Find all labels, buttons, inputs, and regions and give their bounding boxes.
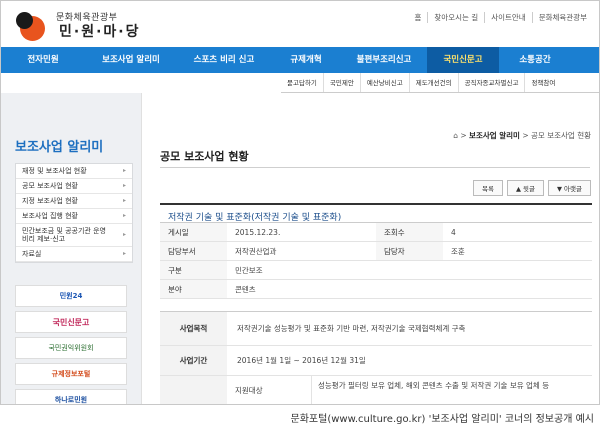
post-title: 저작권 기술 및 표준화(저작권 기술 및 표준화) bbox=[160, 203, 592, 223]
gnb-item-inconvenience[interactable]: 불편부조리신고 bbox=[341, 47, 427, 73]
table-row: 지원대상 성능평가 필터링 보유 업체, 해외 콘텐츠 수출 및 저작권 기술 … bbox=[160, 376, 592, 404]
gnb-item-subsidy-alert[interactable]: 보조사업 알리미 bbox=[85, 47, 177, 73]
banner-list: 민원24 국민신문고 국민권익위원회 규제정보포털 하나로민원 bbox=[15, 285, 127, 404]
left-sidebar: 보조사업 알리미 재정 및 보조사업 현황 ▸ 공모 보조사업 현황 ▸ 지정 … bbox=[1, 93, 141, 404]
table-row: 담당부서 저작권산업과 담당자 조훈 bbox=[160, 242, 592, 261]
meta-value: 저작권산업과 bbox=[235, 247, 277, 256]
table-row: 지원대상 성능평가 필터링 보유 업체, 해외 콘텐츠 수출 및 저작권 기술 … bbox=[227, 376, 592, 404]
gnb-item-sinmungo[interactable]: 국민신문고 bbox=[427, 47, 499, 73]
util-link-ministry[interactable]: 문화체육관광부 bbox=[531, 12, 593, 23]
sidebar-item-archive[interactable]: 자료실 ▸ bbox=[16, 247, 132, 262]
sidebar-item-label: 공모 보조사업 현황 bbox=[22, 182, 78, 190]
title-divider bbox=[160, 167, 590, 168]
main-content: ⌂ > 보조사업 알리미 > 공모 보조사업 현황 공모 보조사업 현황 목록 … bbox=[141, 93, 599, 404]
util-link-sitemap[interactable]: 사이트안내 bbox=[484, 12, 532, 23]
detail-value: 저작권기술 성능평가 및 표준화 기반 마련, 저작권기술 국제협력체계 구축 bbox=[237, 324, 466, 333]
utility-links: 홈 찾아오시는 길 사이트안내 문화체육관광부 bbox=[408, 12, 593, 23]
meta-key: 분야 bbox=[160, 280, 227, 298]
list-button[interactable]: 목록 bbox=[472, 180, 503, 196]
sidebar-item-finance-status[interactable]: 재정 및 보조사업 현황 ▸ bbox=[16, 164, 132, 179]
table-row: 사업목적 저작권기술 성능평가 및 표준화 기반 마련, 저작권기술 국제협력체… bbox=[160, 312, 592, 346]
breadcrumb-section[interactable]: 보조사업 알리미 bbox=[469, 131, 520, 140]
breadcrumb-current: 공모 보조사업 현황 bbox=[531, 131, 591, 140]
sidebar-item-public-subsidy[interactable]: 공모 보조사업 현황 ▸ bbox=[16, 179, 132, 194]
banner-regulation-portal[interactable]: 규제정보포털 bbox=[15, 363, 127, 385]
detail-value: 2016년 1월 1일 ~ 2016년 12월 31일 bbox=[237, 356, 366, 365]
meta-key: 구분 bbox=[160, 261, 227, 279]
sidebar-menu: 재정 및 보조사업 현황 ▸ 공모 보조사업 현황 ▸ 지정 보조사업 현황 ▸… bbox=[15, 163, 133, 263]
subnav-item-improvement[interactable]: 제도개선건의 bbox=[408, 73, 458, 92]
header: 문화체육관광부 민·원·마·당 홈 찾아오시는 길 사이트안내 문화체육관광부 bbox=[1, 1, 599, 47]
arrow-right-icon: ▸ bbox=[122, 182, 126, 189]
detail-sub-key: 지원대상 bbox=[235, 386, 263, 395]
post-actions: 목록 ▲ 윗글 ▼ 아랫글 bbox=[472, 180, 591, 196]
browser-frame: 문화체육관광부 민·원·마·당 홈 찾아오시는 길 사이트안내 문화체육관광부 … bbox=[0, 0, 600, 405]
banner-hanaro[interactable]: 하나로민원 bbox=[15, 389, 127, 404]
post-meta-table: 게시일 2015.12.23. 조회수 4 담당부서 저작권산업과 담당자 조훈… bbox=[160, 223, 592, 299]
meta-value: 조훈 bbox=[451, 247, 465, 256]
gnb-item-e-civil[interactable]: 전자민원 bbox=[1, 47, 85, 73]
arrow-right-icon: ▸ bbox=[122, 167, 126, 174]
meta-key: 담당자 bbox=[376, 242, 443, 260]
site-title[interactable]: 민·원·마·당 bbox=[59, 21, 140, 41]
meta-key: 조회수 bbox=[376, 223, 443, 241]
banner-minwon24[interactable]: 민원24 bbox=[15, 285, 127, 307]
table-row: 구분 민간보조 bbox=[160, 261, 592, 280]
sidebar-item-label: 재정 및 보조사업 현황 bbox=[22, 167, 87, 175]
detail-key-empty bbox=[160, 376, 227, 404]
subnav-item-budget-waste[interactable]: 예산낭비신고 bbox=[359, 73, 409, 92]
page-title: 공모 보조사업 현황 bbox=[160, 150, 249, 163]
arrow-right-icon: ▸ bbox=[122, 212, 126, 219]
banner-acrc[interactable]: 국민권익위원회 bbox=[15, 337, 127, 359]
meta-value: 2015.12.23. bbox=[235, 228, 281, 237]
util-link-directions[interactable]: 찾아오시는 길 bbox=[427, 12, 484, 23]
breadcrumb: ⌂ > 보조사업 알리미 > 공모 보조사업 현황 bbox=[453, 131, 591, 140]
table-row: 분야 콘텐츠 bbox=[160, 280, 592, 299]
sidebar-title: 보조사업 알리미 bbox=[15, 140, 104, 155]
meta-value: 콘텐츠 bbox=[235, 285, 256, 294]
gnb-item-communication[interactable]: 소통공간 bbox=[499, 47, 571, 73]
util-link-home[interactable]: 홈 bbox=[408, 12, 427, 23]
sidebar-item-corruption-report[interactable]: 민간보조금 및 공공기관 운영 비리 제보·신고 ▸ bbox=[16, 224, 132, 247]
arrow-right-icon: ▸ bbox=[122, 250, 126, 257]
meta-value: 민간보조 bbox=[235, 266, 263, 275]
subnav-item-qna[interactable]: 묻고답하기 bbox=[281, 73, 323, 92]
prev-post-button[interactable]: ▲ 윗글 bbox=[506, 180, 544, 196]
sidebar-item-label: 지정 보조사업 현황 bbox=[22, 197, 78, 205]
table-row: 게시일 2015.12.23. 조회수 4 bbox=[160, 223, 592, 242]
sidebar-item-label: 보조사업 집행 현황 bbox=[22, 212, 78, 220]
sidebar-item-label: 자료실 bbox=[22, 250, 42, 258]
meta-value: 4 bbox=[451, 228, 456, 237]
detail-sub-table: 지원대상 성능평가 필터링 보유 업체, 해외 콘텐츠 수출 및 저작권 기술 … bbox=[227, 376, 592, 404]
home-icon[interactable]: ⌂ bbox=[453, 131, 458, 140]
figure-caption: 문화포털(www.culture.go.kr) '보조사업 알리미' 코너의 정… bbox=[290, 414, 594, 425]
subnav-item-religion-report[interactable]: 공직자종교차별신고 bbox=[457, 73, 525, 92]
meta-key: 담당부서 bbox=[160, 242, 227, 260]
sidebar-item-execution-status[interactable]: 보조사업 집행 현황 ▸ bbox=[16, 209, 132, 224]
banner-sinmungo[interactable]: 국민신문고 bbox=[15, 311, 127, 333]
next-post-button[interactable]: ▼ 아랫글 bbox=[547, 180, 591, 196]
sidebar-item-label: 민간보조금 및 공공기관 운영 비리 제보·신고 bbox=[22, 227, 106, 243]
arrow-right-icon: ▸ bbox=[122, 231, 126, 238]
arrow-right-icon: ▸ bbox=[122, 197, 126, 204]
detail-key: 사업기간 bbox=[160, 346, 227, 375]
logo-black-circle bbox=[16, 12, 33, 29]
subnav-item-proposal[interactable]: 국민제안 bbox=[322, 73, 360, 92]
subnav-item-policy[interactable]: 정책참여 bbox=[524, 73, 561, 92]
sub-nav: 묻고답하기 국민제안 예산낭비신고 제도개선건의 공직자종교차별신고 정책참여 bbox=[281, 73, 599, 93]
project-detail-table: 사업목적 저작권기술 성능평가 및 표준화 기반 마련, 저작권기술 국제협력체… bbox=[160, 311, 592, 404]
table-row: 사업기간 2016년 1월 1일 ~ 2016년 12월 31일 bbox=[160, 346, 592, 376]
gnb-item-regulation[interactable]: 규제개혁 bbox=[271, 47, 341, 73]
meta-key: 게시일 bbox=[160, 223, 227, 241]
detail-sub-value: 성능평가 필터링 보유 업체, 해외 콘텐츠 수출 및 저작권 기술 보유 업체… bbox=[311, 376, 592, 404]
gnb-item-sports-report[interactable]: 스포츠 비리 신고 bbox=[177, 47, 271, 73]
global-nav: 전자민원 보조사업 알리미 스포츠 비리 신고 규제개혁 불편부조리신고 국민신… bbox=[1, 47, 599, 73]
sidebar-item-designated-subsidy[interactable]: 지정 보조사업 현황 ▸ bbox=[16, 194, 132, 209]
detail-key: 사업목적 bbox=[160, 312, 227, 345]
ministry-logo[interactable] bbox=[14, 9, 48, 43]
